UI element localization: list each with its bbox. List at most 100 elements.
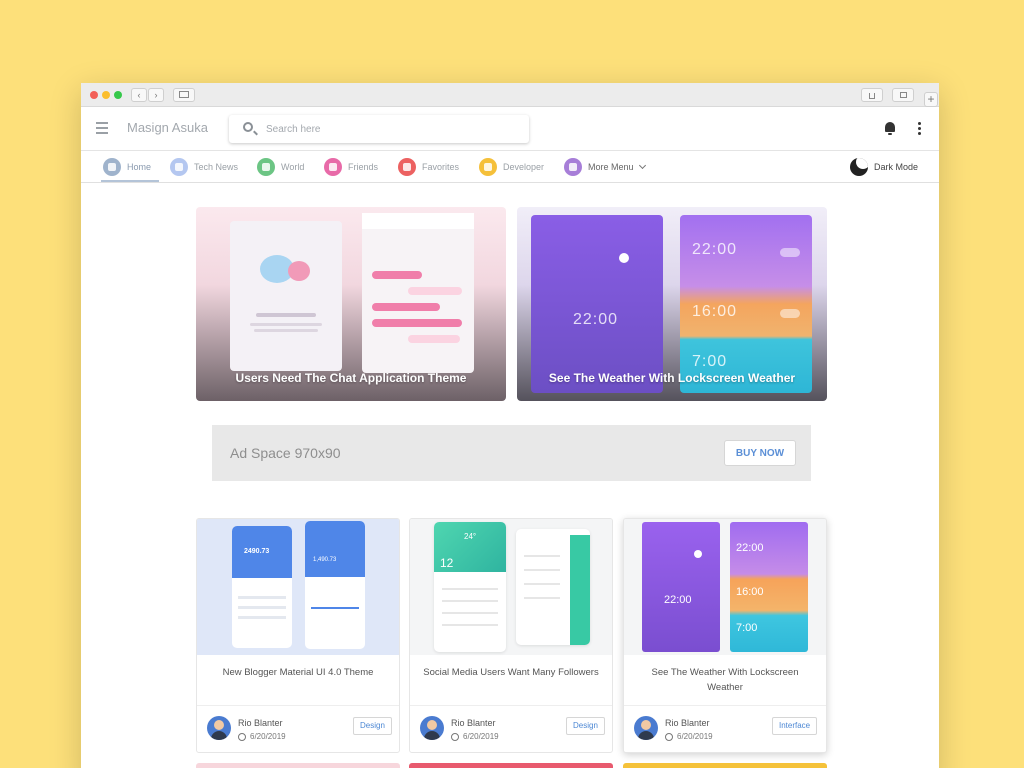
forward-button[interactable]: ›	[148, 88, 164, 102]
weather-toggle	[780, 309, 800, 318]
ad-label: Ad Space 970x90	[230, 445, 341, 461]
maximize-window-button[interactable]	[114, 91, 122, 99]
nav-item-friends[interactable]: Friends	[324, 156, 378, 178]
chat-conversation-screen-image	[362, 213, 474, 373]
dark-mode-toggle[interactable]: Dark Mode	[850, 156, 918, 178]
post-title[interactable]: Social Media Users Want Many Followers	[420, 665, 602, 680]
moon-icon	[850, 158, 868, 176]
people-icon	[324, 158, 342, 176]
back-button[interactable]: ‹	[131, 88, 147, 102]
weather-night-screen-image: 22:00	[531, 215, 663, 393]
author-avatar	[207, 716, 231, 740]
moon-icon	[619, 253, 629, 263]
post-title[interactable]: See The Weather With Lockscreen Weather	[634, 665, 816, 695]
post-card-peek	[196, 763, 400, 768]
moon-icon	[694, 550, 702, 558]
nav-label: Developer	[503, 162, 545, 172]
post-card[interactable]: 22:00 22:00 16:00 7:00 See The Weather W…	[623, 518, 827, 753]
chevron-down-icon	[638, 161, 646, 170]
share-icon	[869, 93, 875, 99]
featured-post-weather[interactable]: 22:00 22:00 16:00 7:00 See The Weather W…	[517, 207, 827, 401]
social-temp: 24°	[464, 532, 477, 541]
tabs-icon	[899, 92, 907, 98]
nav-item-world[interactable]: World	[257, 156, 304, 178]
post-card-peek	[623, 763, 827, 768]
menu-icon[interactable]	[96, 122, 108, 137]
weather-time: 22:00	[692, 241, 738, 258]
nav-label: Tech News	[194, 162, 239, 172]
weather-forecast-screen-image: 22:00 16:00 7:00	[680, 215, 812, 393]
featured-post-title[interactable]: See The Weather With Lockscreen Weather	[517, 371, 827, 385]
app-bar: Masign Asuka	[81, 107, 939, 151]
browser-chrome: ‹ › +	[81, 83, 939, 107]
nav-item-tech-news[interactable]: Tech News	[170, 156, 238, 178]
nav-label: Friends	[348, 162, 379, 172]
author-name[interactable]: Rio Blanter	[665, 718, 710, 728]
nav-menu: Home Tech News World Friends Favorites D…	[81, 151, 939, 183]
featured-post-title[interactable]: Users Need The Chat Application Theme	[196, 371, 506, 385]
nav-item-home[interactable]: Home	[103, 156, 151, 178]
share-button[interactable]	[861, 88, 883, 102]
post-card[interactable]: 2490.73 1,490.73 New Blogger Material UI…	[196, 518, 400, 753]
author-name[interactable]: Rio Blanter	[238, 718, 283, 728]
buy-now-button[interactable]: BUY NOW	[724, 440, 796, 466]
home-icon	[103, 158, 121, 176]
weather-time: 7:00	[692, 353, 728, 370]
chat-welcome-screen-image	[230, 221, 342, 371]
weather-time: 22:00	[664, 594, 692, 606]
category-tag[interactable]: Design	[566, 717, 605, 735]
filter-icon	[564, 158, 582, 176]
weather-time: 22:00	[573, 311, 619, 328]
post-date: 6/20/2019	[250, 732, 286, 741]
post-card[interactable]: 12 24° Social Media Users Want Many Foll…	[409, 518, 613, 753]
nav-item-favorites[interactable]: Favorites	[398, 156, 459, 178]
sidebar-toggle-button[interactable]	[173, 88, 195, 102]
category-tag[interactable]: Interface	[772, 717, 818, 735]
globe-icon	[257, 158, 275, 176]
search-input[interactable]	[266, 121, 516, 137]
weather-time: 16:00	[692, 303, 738, 320]
nav-label: World	[281, 162, 305, 172]
post-thumbnail[interactable]: 22:00 22:00 16:00 7:00	[624, 519, 826, 655]
post-thumbnail[interactable]: 12 24°	[410, 519, 612, 655]
category-tag[interactable]: Design	[353, 717, 392, 735]
post-date: 6/20/2019	[463, 732, 499, 741]
weather-toggle	[780, 248, 800, 257]
clock-icon	[451, 733, 459, 741]
author-name[interactable]: Rio Blanter	[451, 718, 496, 728]
wallet-amount: 1,490.73	[313, 557, 337, 563]
author-avatar	[634, 716, 658, 740]
wallet-amount: 2490.73	[244, 548, 270, 555]
heart-icon	[398, 158, 416, 176]
chat-mascot-icon	[288, 261, 310, 281]
tabs-button[interactable]	[892, 88, 914, 102]
dark-mode-label: Dark Mode	[874, 162, 919, 172]
close-window-button[interactable]	[90, 91, 98, 99]
post-thumbnail[interactable]: 2490.73 1,490.73	[197, 519, 399, 655]
post-title[interactable]: New Blogger Material UI 4.0 Theme	[207, 665, 389, 680]
browser-window: ‹ › + Masign Asuka Home Tech News	[81, 83, 939, 768]
clock-icon	[238, 733, 246, 741]
site-brand[interactable]: Masign Asuka	[127, 120, 208, 135]
weather-time: 7:00	[736, 622, 758, 634]
new-tab-button[interactable]: +	[924, 92, 938, 107]
weather-time: 16:00	[736, 586, 764, 598]
social-day: 12	[440, 556, 454, 570]
ad-banner: Ad Space 970x90 BUY NOW	[212, 425, 811, 481]
android-icon	[170, 158, 188, 176]
nav-item-more-menu[interactable]: More Menu	[564, 156, 646, 178]
featured-post-chat[interactable]: Users Need The Chat Application Theme	[196, 207, 506, 401]
chat-icon	[479, 158, 497, 176]
active-tab-indicator	[101, 180, 159, 182]
search-box	[229, 115, 529, 143]
nav-label: Favorites	[422, 162, 460, 172]
search-icon[interactable]	[243, 122, 253, 132]
more-options-icon[interactable]	[918, 122, 922, 137]
notification-bell-icon[interactable]	[885, 122, 895, 135]
clock-icon	[665, 733, 673, 741]
nav-item-developer[interactable]: Developer	[479, 156, 544, 178]
nav-label: More Menu	[588, 162, 634, 172]
weather-time: 22:00	[736, 542, 764, 554]
nav-label: Home	[127, 162, 152, 172]
minimize-window-button[interactable]	[102, 91, 110, 99]
